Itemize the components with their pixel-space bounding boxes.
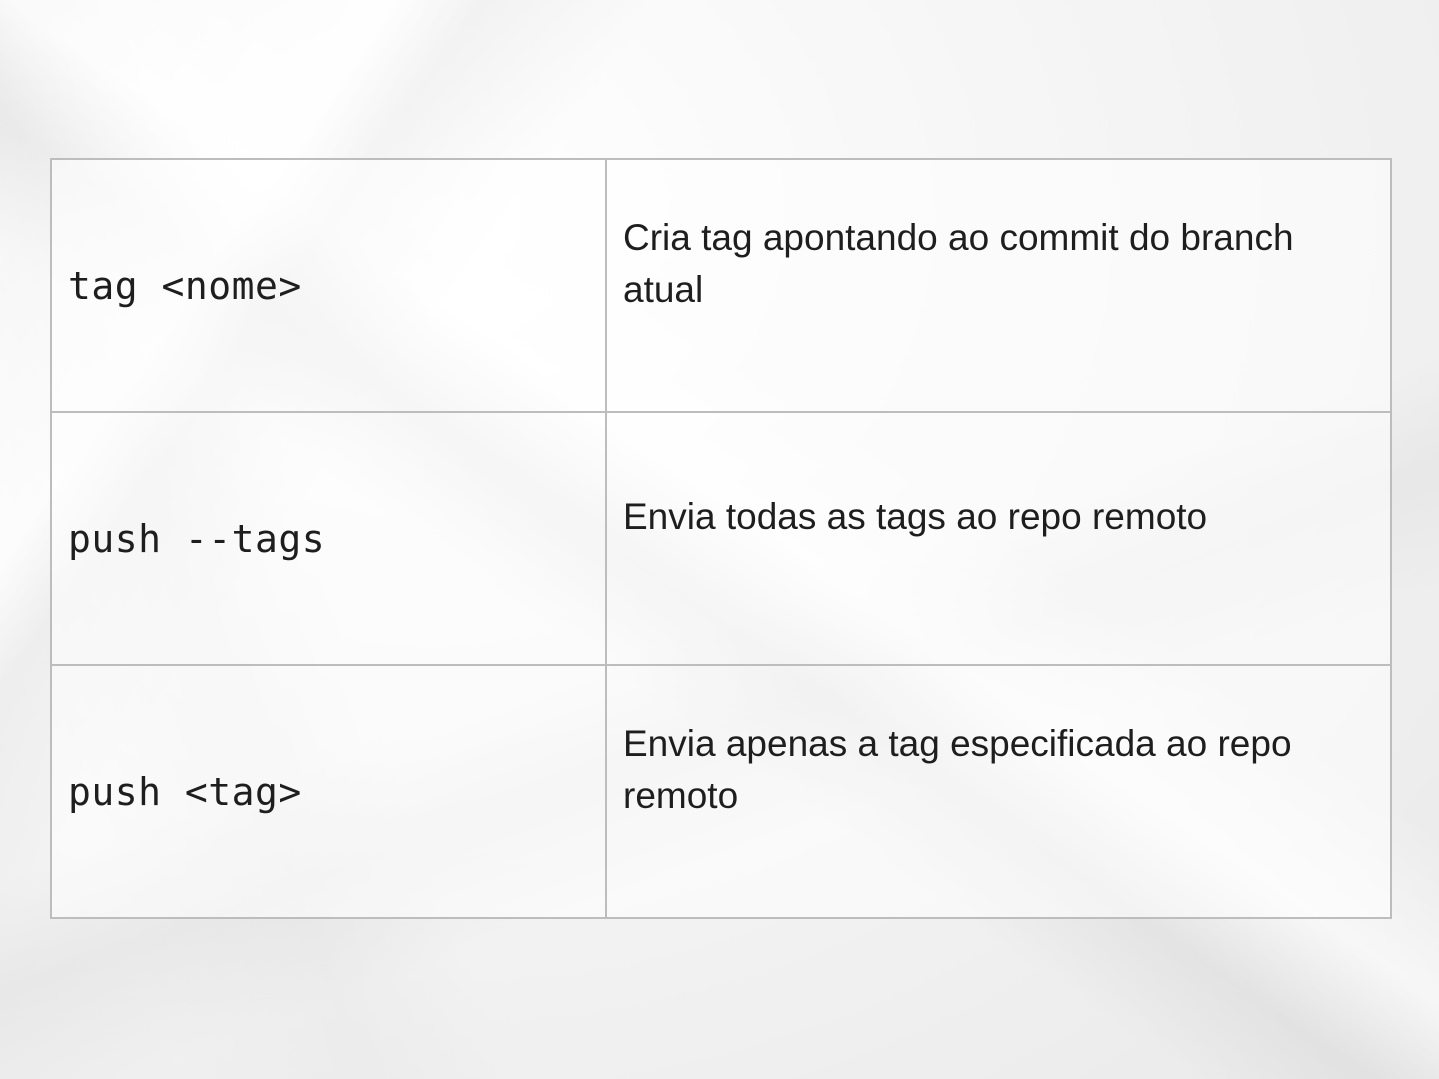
slide-page: { "table": { "rows": [ { "command": "tag… [0, 0, 1439, 1079]
description-cell: Envia apenas a tag especificada ao repo … [605, 664, 1392, 919]
command-cell: push --tags [50, 411, 607, 666]
table-row: push --tags Envia todas as tags ao repo … [50, 411, 1392, 666]
description-cell: Cria tag apontando ao commit do branch a… [605, 158, 1392, 413]
table-row: tag <nome> Cria tag apontando ao commit … [50, 158, 1392, 413]
git-tag-commands-table: tag <nome> Cria tag apontando ao commit … [50, 158, 1392, 919]
description-cell: Envia todas as tags ao repo remoto [605, 411, 1392, 666]
command-cell: push <tag> [50, 664, 607, 919]
command-cell: tag <nome> [50, 158, 607, 413]
description-text: Cria tag apontando ao commit do branch a… [623, 216, 1294, 310]
description-text: Envia apenas a tag especificada ao repo … [623, 722, 1292, 816]
description-text: Envia todas as tags ao repo remoto [623, 495, 1208, 537]
table-row: push <tag> Envia apenas a tag especifica… [50, 664, 1392, 919]
